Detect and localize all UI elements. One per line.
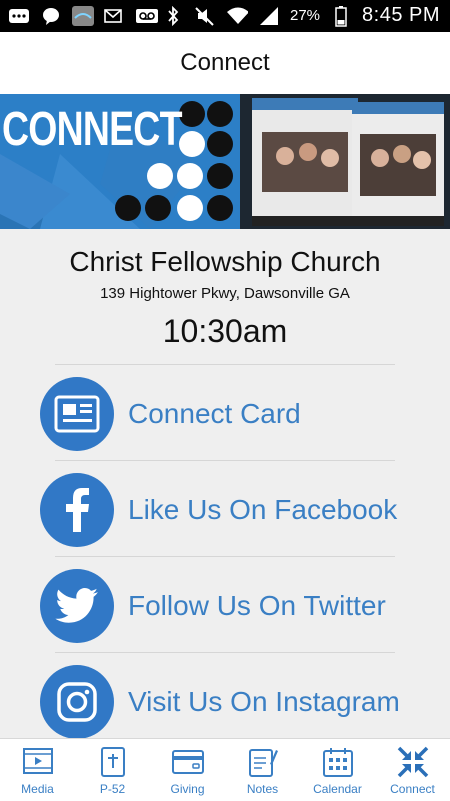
calendar-icon xyxy=(321,745,355,779)
wifi-icon xyxy=(226,6,248,26)
twitter-icon xyxy=(40,569,114,643)
divider xyxy=(55,556,395,557)
facebook-label: Like Us On Facebook xyxy=(128,494,398,525)
hero-banner: CONNECT xyxy=(0,94,450,229)
hero-word: CONNECT xyxy=(2,103,182,156)
bottom-tab-bar: Media P-52 Giving Notes Calendar Connect xyxy=(0,738,450,801)
card-payment-icon xyxy=(171,745,205,779)
menu-dots-icon xyxy=(8,6,30,26)
instagram-link[interactable]: Visit Us On Instagram xyxy=(40,664,440,740)
connect-card-link[interactable]: Connect Card xyxy=(40,376,440,452)
tab-p52[interactable]: P-52 xyxy=(75,739,150,801)
connect-icon xyxy=(396,745,430,779)
battery-percent: 27% xyxy=(289,7,321,24)
email-icon xyxy=(104,6,126,26)
voicemail-icon xyxy=(136,6,158,26)
connect-card-label: Connect Card xyxy=(128,398,301,429)
tab-media-label: Media xyxy=(21,782,54,796)
notes-icon xyxy=(246,745,280,779)
service-time: 10:30am xyxy=(162,313,288,349)
divider xyxy=(55,652,395,653)
status-bar: 27% 8:45 PM xyxy=(0,0,450,32)
divider xyxy=(55,364,395,365)
hero-graphic: CONNECT xyxy=(0,94,240,229)
bible-icon xyxy=(96,745,130,779)
signal-icon xyxy=(258,6,280,26)
battery-icon xyxy=(330,5,352,27)
tab-calendar-label: Calendar xyxy=(313,782,362,796)
tab-notes[interactable]: Notes xyxy=(225,739,300,801)
app-logo-icon xyxy=(72,6,94,26)
media-icon xyxy=(21,745,55,779)
instagram-icon xyxy=(40,665,114,739)
facebook-link[interactable]: Like Us On Facebook xyxy=(40,472,440,548)
divider xyxy=(55,460,395,461)
twitter-label: Follow Us On Twitter xyxy=(128,590,386,621)
bluetooth-icon xyxy=(162,5,184,26)
church-name: Christ Fellowship Church xyxy=(69,246,381,277)
hero-phones-image-icon xyxy=(240,94,450,229)
hero-photo xyxy=(240,94,450,229)
mute-icon xyxy=(194,6,216,26)
title-bar: Connect xyxy=(0,32,450,94)
facebook-icon xyxy=(40,473,114,547)
tab-giving-label: Giving xyxy=(170,782,205,796)
page-title: Connect xyxy=(180,49,270,76)
tab-calendar[interactable]: Calendar xyxy=(300,739,375,801)
status-left-icons xyxy=(8,6,158,26)
twitter-link[interactable]: Follow Us On Twitter xyxy=(40,568,440,644)
instagram-label: Visit Us On Instagram xyxy=(128,686,400,717)
tab-giving[interactable]: Giving xyxy=(150,739,225,801)
card-icon xyxy=(40,377,114,451)
tab-media[interactable]: Media xyxy=(0,739,75,801)
tab-p52-label: P-52 xyxy=(99,782,126,796)
chat-bubble-icon xyxy=(40,6,62,26)
clock: 8:45 PM xyxy=(362,4,440,26)
status-right-icons: 27% 8:45 PM xyxy=(162,4,440,27)
tab-notes-label: Notes xyxy=(246,782,279,796)
tab-connect-label: Connect xyxy=(390,782,435,796)
church-address: 139 Hightower Pkwy, Dawsonville GA xyxy=(100,285,350,302)
tab-connect[interactable]: Connect xyxy=(375,739,450,801)
